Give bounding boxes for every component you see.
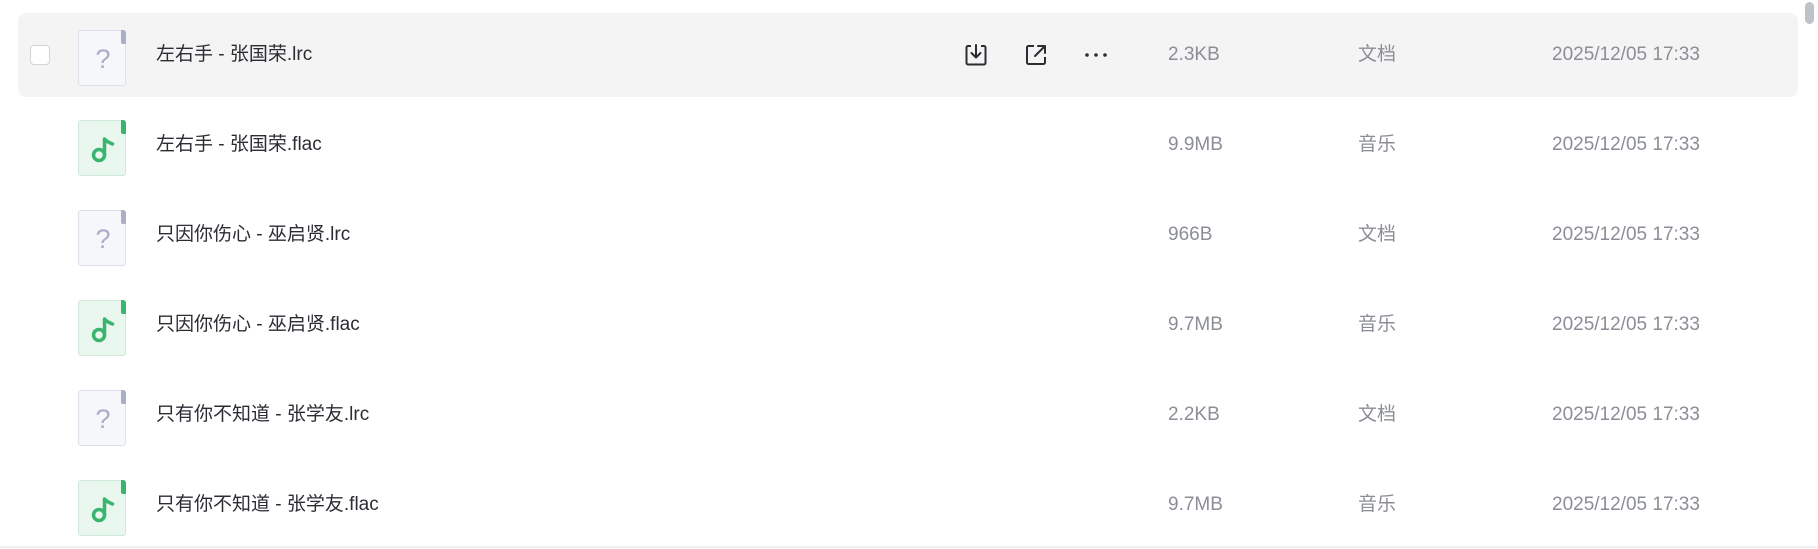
- download-button[interactable]: [958, 37, 994, 73]
- file-type: 文档: [1358, 404, 1397, 425]
- share-button[interactable]: [1018, 37, 1054, 73]
- music-file-icon: [78, 120, 126, 176]
- file-type: 文档: [1358, 44, 1397, 65]
- file-size: 9.9MB: [1168, 134, 1223, 155]
- unknown-file-icon: ?: [78, 390, 126, 446]
- file-name[interactable]: 只有你不知道 - 张学友.lrc: [156, 373, 369, 457]
- svg-text:?: ?: [95, 224, 110, 254]
- file-list: ? 左右手 - 张国荣.lrc 2.3KB 文档 2025/12/05 17:33: [0, 0, 1818, 549]
- scrollbar-thumb[interactable]: [1805, 2, 1814, 24]
- file-size: 9.7MB: [1168, 314, 1223, 335]
- svg-text:?: ?: [95, 44, 110, 74]
- file-name[interactable]: 左右手 - 张国荣.flac: [156, 103, 322, 187]
- music-file-icon: [78, 300, 126, 356]
- file-row[interactable]: 只因你伤心 - 巫启贤.flac 9.7MB 音乐 2025/12/05 17:33: [18, 283, 1798, 367]
- file-date: 2025/12/05 17:33: [1552, 314, 1700, 335]
- file-date: 2025/12/05 17:33: [1552, 494, 1700, 515]
- file-size: 2.3KB: [1168, 44, 1220, 65]
- file-date: 2025/12/05 17:33: [1552, 404, 1700, 425]
- file-row[interactable]: ? 左右手 - 张国荣.lrc 2.3KB 文档 2025/12/05 17:33: [18, 13, 1798, 97]
- file-row[interactable]: 左右手 - 张国荣.flac 9.9MB 音乐 2025/12/05 17:33: [18, 103, 1798, 187]
- more-button[interactable]: [1078, 37, 1114, 73]
- unknown-file-icon: ?: [78, 210, 126, 266]
- file-date: 2025/12/05 17:33: [1552, 44, 1700, 65]
- file-row[interactable]: ? 只有你不知道 - 张学友.lrc 2.2KB 文档 2025/12/05 17:3…: [18, 373, 1798, 457]
- file-type: 音乐: [1358, 314, 1397, 335]
- file-row[interactable]: ? 只因你伤心 - 巫启贤.lrc 966B 文档 2025/12/05 17:33: [18, 193, 1798, 277]
- music-file-icon: [78, 480, 126, 536]
- svg-text:?: ?: [95, 404, 110, 434]
- file-size: 9.7MB: [1168, 494, 1223, 515]
- file-type: 音乐: [1358, 134, 1397, 155]
- file-size: 2.2KB: [1168, 404, 1220, 425]
- file-name[interactable]: 只因你伤心 - 巫启贤.flac: [156, 283, 360, 367]
- file-size: 966B: [1168, 224, 1213, 245]
- unknown-file-icon: ?: [78, 30, 126, 86]
- row-checkbox[interactable]: [30, 45, 50, 65]
- file-name[interactable]: 只有你不知道 - 张学友.flac: [156, 463, 379, 547]
- file-type: 音乐: [1358, 494, 1397, 515]
- file-row[interactable]: 只有你不知道 - 张学友.flac 9.7MB 音乐 2025/12/05 17:33: [18, 463, 1798, 547]
- list-divider: [0, 546, 1818, 548]
- file-name[interactable]: 只因你伤心 - 巫启贤.lrc: [156, 193, 350, 277]
- file-date: 2025/12/05 17:33: [1552, 224, 1700, 245]
- file-date: 2025/12/05 17:33: [1552, 134, 1700, 155]
- file-type: 文档: [1358, 224, 1397, 245]
- file-name[interactable]: 左右手 - 张国荣.lrc: [156, 13, 312, 97]
